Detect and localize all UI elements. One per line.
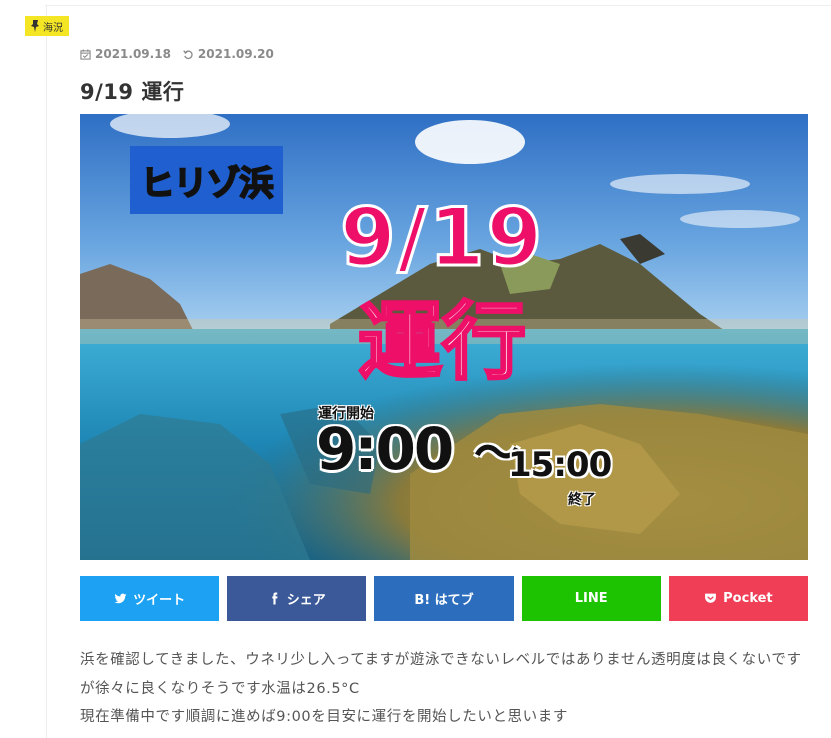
hero-end-label: 終了	[568, 492, 596, 508]
content-left-border	[46, 5, 47, 738]
content-top-border	[45, 5, 831, 6]
post-meta: 2021.09.18 2021.09.20	[80, 47, 274, 61]
hero-badge: ヒリゾ浜	[130, 146, 283, 214]
share-pocket-button[interactable]: Pocket	[668, 576, 809, 621]
content-paragraph: 浜を確認してきました、ウネリ少し入ってますが遊泳できないレベルではありません透明…	[80, 652, 802, 697]
share-hatena-label: B! はてブ	[414, 593, 474, 608]
share-pocket-label: Pocket	[723, 591, 773, 606]
share-line-label: LINE	[574, 591, 608, 606]
calendar-check-icon	[80, 48, 91, 60]
hero-end-time: 15:00	[508, 445, 612, 485]
category-label: 海況	[43, 22, 63, 34]
updated-date: 2021.09.20	[183, 47, 274, 61]
hero-badge-text: ヒリゾ浜	[140, 163, 275, 205]
published-date: 2021.09.18	[80, 47, 171, 61]
pin-icon	[31, 20, 39, 32]
share-facebook-label: シェア	[286, 593, 326, 608]
post-content: 浜を確認してきました、ウネリ少し入ってますが遊泳できないレベルではありません透明…	[80, 646, 815, 732]
share-buttons: ツイート シェア B! はてブ LINE Pocket	[80, 576, 809, 621]
pocket-icon	[705, 593, 717, 603]
share-twitter-button[interactable]: ツイート	[80, 576, 220, 621]
content-paragraph: 現在準備中です順調に進めば9:00を目安に運行を開始したいと思います	[80, 709, 568, 725]
hero-status: 運行	[356, 293, 527, 391]
hero-start-time: 9:00	[316, 415, 454, 483]
published-date-text: 2021.09.18	[95, 47, 171, 61]
featured-image: ヒリゾ浜 9/19 運行 運行開始 9:00 〜 15:00 終了	[80, 114, 808, 560]
twitter-icon	[114, 593, 127, 604]
refresh-icon	[183, 49, 193, 59]
hero-date: 9/19	[338, 191, 545, 284]
post-title: 9/19 運行	[80, 80, 185, 104]
updated-date-text: 2021.09.20	[197, 47, 274, 61]
share-twitter-label: ツイート	[133, 593, 186, 608]
category-tag[interactable]: 海況	[25, 16, 69, 36]
share-facebook-button[interactable]: シェア	[227, 576, 367, 621]
share-hatena-button[interactable]: B! はてブ	[374, 576, 514, 621]
share-line-button[interactable]: LINE	[521, 576, 661, 621]
facebook-icon	[272, 592, 278, 605]
